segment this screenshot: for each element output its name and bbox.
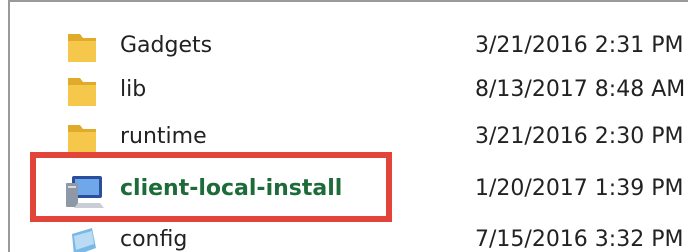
file-modified-date: 8/13/2017 8:48 AM — [475, 77, 686, 102]
file-modified-date: 1/20/2017 1:39 PM — [475, 176, 684, 201]
folder-icon — [62, 74, 102, 110]
file-name: lib — [120, 77, 147, 102]
file-modified-date: 7/15/2016 3:32 PM — [475, 227, 684, 252]
file-row-gadgets[interactable]: Gadgets 3/21/2016 2:31 PM — [10, 26, 688, 66]
folder-icon — [62, 121, 102, 157]
file-row-client-local-install[interactable]: client-local-install 1/20/2017 1:39 PM — [10, 169, 688, 209]
file-name: runtime — [120, 124, 207, 149]
file-name: config — [120, 227, 188, 252]
file-row-config[interactable]: config 7/15/2016 3:32 PM — [10, 220, 688, 252]
file-modified-date: 3/21/2016 2:30 PM — [475, 124, 684, 149]
application-icon — [62, 173, 104, 209]
file-name: client-local-install — [120, 176, 343, 201]
folder-icon — [62, 30, 102, 66]
file-modified-date: 3/21/2016 2:31 PM — [475, 33, 684, 58]
file-row-lib[interactable]: lib 8/13/2017 8:48 AM — [10, 70, 688, 110]
file-explorer-list: Gadgets 3/21/2016 2:31 PM lib 8/13/2017 … — [8, 0, 688, 252]
file-name: Gadgets — [120, 33, 213, 58]
file-row-runtime[interactable]: runtime 3/21/2016 2:30 PM — [10, 117, 688, 157]
config-file-icon — [62, 224, 102, 252]
